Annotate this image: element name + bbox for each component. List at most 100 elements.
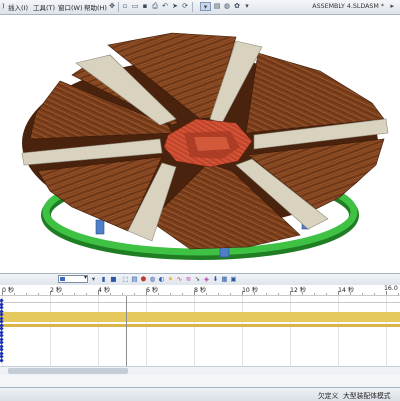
chevron-down-icon: ▾ xyxy=(83,274,87,281)
animation-wizard-icon[interactable]: ⬢ xyxy=(140,275,147,283)
status-definition: 欠定义 xyxy=(318,392,339,400)
options-icon[interactable]: ▤ xyxy=(213,2,221,11)
ruler-minor-tick xyxy=(326,293,327,295)
ruler-minor-tick xyxy=(182,293,183,295)
save-animation-icon[interactable]: ▤ xyxy=(131,275,138,283)
tick-label: 4 秒 xyxy=(98,287,111,294)
force-icon[interactable]: ➘ xyxy=(194,275,201,283)
play-icon[interactable]: ▮ xyxy=(100,275,107,283)
timeline-grid-line xyxy=(50,296,51,375)
ruler-major-tick xyxy=(98,291,99,295)
undo-icon[interactable]: ↶ xyxy=(161,2,169,11)
timeline-component-bar[interactable] xyxy=(0,324,400,327)
contact-icon[interactable]: ◈ xyxy=(203,275,210,283)
timeline-grid-line xyxy=(290,296,291,375)
ruler-minor-tick xyxy=(230,293,231,295)
ruler-minor-tick xyxy=(74,293,75,295)
new-document-icon[interactable]: ▫ xyxy=(121,2,129,11)
ruler-minor-tick xyxy=(170,293,171,295)
menu-help[interactable]: 帮助(H) xyxy=(84,2,107,12)
stop-icon[interactable]: ■ xyxy=(110,275,117,283)
ruler-minor-tick xyxy=(278,293,279,295)
ruler-major-tick xyxy=(338,291,339,295)
status-large-assembly-mode: 大型装配体模式 xyxy=(343,392,391,400)
ruler-minor-tick xyxy=(266,293,267,295)
ruler-minor-tick xyxy=(350,293,351,295)
scrollbar-thumb[interactable] xyxy=(8,368,128,374)
motor-icon[interactable]: ✶ xyxy=(167,275,174,283)
tick-label: 6 秒 xyxy=(146,287,159,294)
ruler-minor-tick xyxy=(134,293,135,295)
playback-mode-icon[interactable]: ⬚ xyxy=(122,275,129,283)
tick-label: 8 秒 xyxy=(194,287,207,294)
spring-icon[interactable]: ∿ xyxy=(176,275,183,283)
ruler-minor-tick xyxy=(254,293,255,295)
print-icon[interactable]: ⎙ xyxy=(151,2,159,11)
results-plot-icon[interactable]: ▦ xyxy=(221,275,228,283)
tick-label: 12 秒 xyxy=(290,287,307,294)
table-assembly-model[interactable] xyxy=(0,15,400,273)
key-point-diamond[interactable] xyxy=(0,357,4,363)
toolbar-separator xyxy=(118,2,119,12)
tick-label: 10 秒 xyxy=(242,287,259,294)
menu-tools[interactable]: 工具(T) xyxy=(33,2,55,12)
timeline-ruler[interactable]: 0 秒 2 秒 4 秒 6 秒 8 秒 10 秒 12 秒 14 秒 16.0 xyxy=(0,285,400,296)
ruler-minor-tick xyxy=(86,293,87,295)
study-type-dropdown[interactable]: ▾ xyxy=(58,274,88,283)
tick-label: 0 秒 xyxy=(2,287,15,294)
top-toolbar: ) 插入(I) 工具(T) 窗口(W) 帮助(H) ✥ ▫ ▭ ▪ ⎙ ↶ ➤ … xyxy=(0,0,400,15)
appearance-icon[interactable]: ◍ xyxy=(223,2,231,11)
autokey-icon[interactable]: ◍ xyxy=(149,275,156,283)
select-arrow-icon[interactable]: ➤ xyxy=(171,2,179,11)
menu-item-prev[interactable]: ) xyxy=(2,2,5,10)
view-orientation-button[interactable]: ▾ xyxy=(200,2,211,11)
motion-timeline[interactable]: 0 秒 2 秒 4 秒 6 秒 8 秒 10 秒 12 秒 14 秒 16.0 xyxy=(0,285,400,375)
panel-gap xyxy=(0,375,400,387)
timeline-grid-line xyxy=(146,296,147,375)
ruler-major-tick xyxy=(50,291,51,295)
timeline-horizontal-scrollbar[interactable] xyxy=(0,366,400,375)
ruler-major-tick xyxy=(146,291,147,295)
calculate-icon[interactable]: ▾ xyxy=(90,275,97,283)
ruler-minor-tick xyxy=(26,293,27,295)
settings-gear-icon[interactable]: ✿ xyxy=(233,2,241,11)
ruler-minor-tick xyxy=(38,293,39,295)
title-dropdown-icon[interactable]: ▸ xyxy=(390,2,394,10)
menu-insert[interactable]: 插入(I) xyxy=(8,2,28,12)
ruler-minor-tick xyxy=(302,293,303,295)
menu-window[interactable]: 窗口(W) xyxy=(58,2,83,12)
rebuild-icon[interactable]: ⟳ xyxy=(181,2,189,11)
ruler-major-tick xyxy=(2,291,3,295)
ruler-minor-tick xyxy=(362,293,363,295)
add-key-icon[interactable]: ◐ xyxy=(158,275,165,283)
ruler-minor-tick xyxy=(14,293,15,295)
timeline-grid-line xyxy=(386,296,387,375)
document-title: ASSEMBLY 4.SLDASM * xyxy=(312,3,384,10)
ruler-minor-tick xyxy=(158,293,159,295)
timeline-grid-line xyxy=(194,296,195,375)
status-bar: 欠定义 大型装配体模式 xyxy=(0,387,400,401)
graphics-viewport[interactable] xyxy=(0,15,400,273)
time-bar[interactable] xyxy=(126,296,127,375)
dropdown-arrow-icon[interactable]: ▾ xyxy=(243,2,251,11)
timeline-grid-line xyxy=(338,296,339,375)
timeline-component-bar[interactable] xyxy=(0,312,400,322)
ruler-minor-tick xyxy=(398,293,399,295)
ruler-minor-tick xyxy=(218,293,219,295)
study-type-icon xyxy=(60,277,65,281)
ruler-major-tick xyxy=(386,291,387,295)
save-icon[interactable]: ▪ xyxy=(141,2,149,11)
study-properties-icon[interactable]: ▣ xyxy=(230,275,237,283)
ruler-major-tick xyxy=(242,291,243,295)
open-folder-icon[interactable]: ▭ xyxy=(131,2,139,11)
ruler-minor-tick xyxy=(122,293,123,295)
timeline-grid-line xyxy=(98,296,99,375)
ruler-minor-tick xyxy=(62,293,63,295)
ruler-minor-tick xyxy=(374,293,375,295)
ruler-minor-tick xyxy=(206,293,207,295)
timeline-grid-line xyxy=(242,296,243,375)
damper-icon[interactable]: ≋ xyxy=(185,275,192,283)
gravity-icon[interactable]: ⬇ xyxy=(212,275,219,283)
ruler-major-tick xyxy=(290,291,291,295)
pin-icon[interactable]: ✥ xyxy=(108,2,116,11)
